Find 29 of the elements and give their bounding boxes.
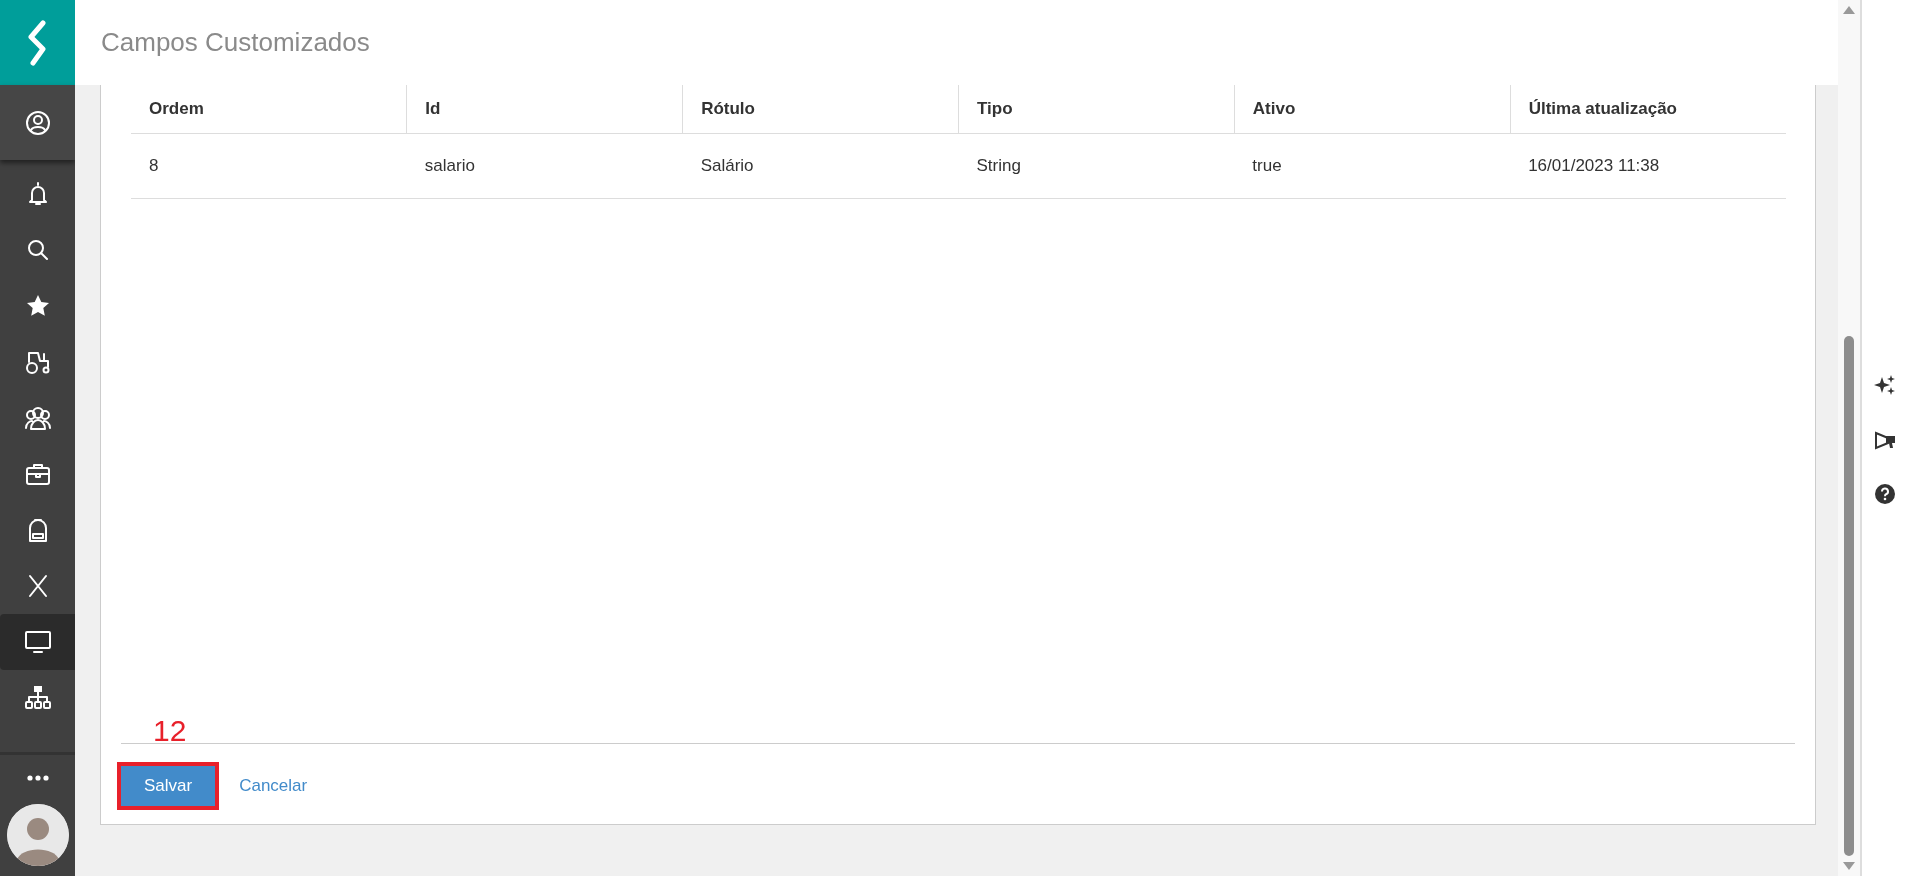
scroll-down-icon[interactable] bbox=[1843, 862, 1855, 870]
table-cell: salario bbox=[406, 133, 683, 199]
more-icon[interactable] bbox=[26, 774, 49, 781]
column-header: Id bbox=[406, 85, 683, 134]
annotation-number: 12 bbox=[153, 716, 187, 746]
avatar-icon[interactable] bbox=[6, 804, 69, 866]
sidebar-item[interactable] bbox=[0, 85, 75, 160]
sidebar-item[interactable] bbox=[0, 614, 75, 670]
monitor-icon bbox=[23, 628, 52, 656]
people-icon bbox=[23, 404, 52, 432]
column-header: Rótulo bbox=[682, 85, 959, 134]
cancel-link[interactable]: Cancelar bbox=[239, 776, 308, 796]
page-title: Campos Customizados bbox=[101, 27, 370, 58]
table-cell: true bbox=[1234, 133, 1511, 199]
scrollbar-thumb[interactable] bbox=[1844, 336, 1854, 856]
help-icon[interactable] bbox=[1875, 484, 1895, 504]
org-chart-icon bbox=[23, 684, 52, 712]
table-cell: 16/01/2023 11:38 bbox=[1510, 133, 1786, 199]
column-header: Tipo bbox=[958, 85, 1235, 134]
column-header: Ativo bbox=[1234, 85, 1511, 134]
scroll-up-icon[interactable] bbox=[1843, 6, 1855, 14]
user-icon bbox=[23, 108, 52, 137]
megaphone-icon[interactable] bbox=[1874, 430, 1896, 450]
table-cell: Salário bbox=[682, 133, 959, 199]
sparkle-icon[interactable] bbox=[1874, 374, 1896, 396]
table-cell: String bbox=[958, 133, 1235, 199]
column-header: Última atualização bbox=[1510, 85, 1786, 134]
table-cell: 8 bbox=[131, 133, 407, 199]
column-header: Ordem bbox=[131, 85, 407, 134]
